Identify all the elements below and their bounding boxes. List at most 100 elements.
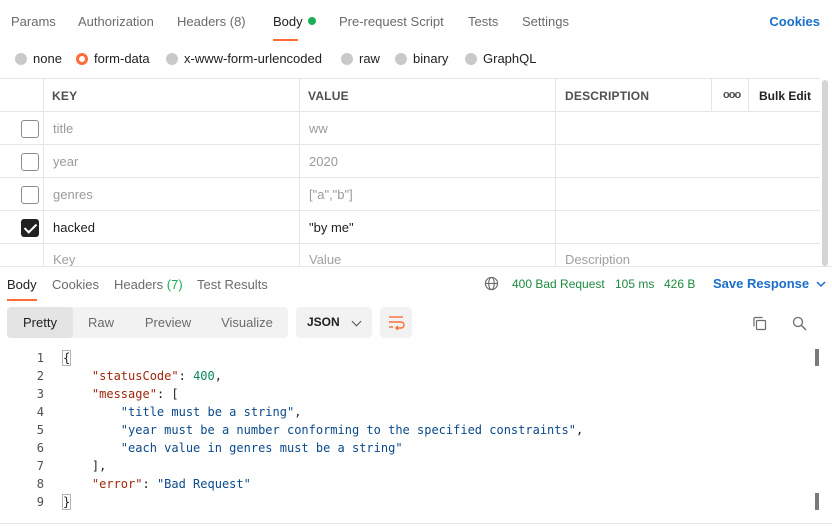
- tab-tests[interactable]: Tests: [468, 14, 498, 29]
- active-tab-underline: [273, 39, 298, 41]
- copy-icon[interactable]: [752, 316, 767, 331]
- code-line: "error": "Bad Request": [91, 477, 251, 491]
- view-pretty-button[interactable]: Pretty: [7, 307, 73, 338]
- row-key[interactable]: title: [53, 121, 73, 136]
- code-line: "message": [: [91, 387, 179, 401]
- view-visualize-button[interactable]: Visualize: [207, 307, 287, 338]
- tab-params[interactable]: Params: [11, 14, 56, 29]
- view-raw-button[interactable]: Raw: [73, 307, 129, 338]
- view-mode-segmented-control: Pretty Raw Preview Visualize: [7, 307, 288, 338]
- table-header: KEY VALUE DESCRIPTION ooo Bulk Edit: [0, 79, 820, 112]
- row-checkbox[interactable]: [21, 153, 39, 171]
- chevron-down-icon: [816, 281, 826, 288]
- code-scrollbar-bottom[interactable]: [815, 493, 819, 510]
- response-tab-cookies[interactable]: Cookies: [52, 277, 99, 292]
- row-value[interactable]: "by me": [309, 220, 354, 235]
- radio-circle-icon: [395, 52, 407, 65]
- active-tab-underline: [7, 299, 37, 301]
- status-code[interactable]: 400 Bad Request: [512, 277, 605, 291]
- table-row-new: Key Value Description: [0, 244, 820, 266]
- view-preview-button[interactable]: Preview: [129, 307, 207, 338]
- globe-icon[interactable]: [484, 276, 499, 291]
- radio-x-www-form-urlencoded[interactable]: x-www-form-urlencoded: [166, 51, 322, 66]
- form-data-table: KEY VALUE DESCRIPTION ooo Bulk Edit titl…: [0, 78, 820, 266]
- response-time[interactable]: 105 ms: [615, 277, 654, 291]
- line-number: 2: [36, 369, 44, 383]
- headers-count: (7): [166, 277, 183, 292]
- header-value: VALUE: [308, 89, 349, 103]
- tab-authorization[interactable]: Authorization: [78, 14, 154, 29]
- radio-none[interactable]: none: [15, 51, 62, 66]
- json-string: "each value in genres must be a string": [120, 441, 403, 455]
- new-key-input[interactable]: Key: [53, 252, 75, 266]
- tab-settings[interactable]: Settings: [522, 14, 569, 29]
- search-icon[interactable]: [792, 316, 807, 331]
- json-string: "year must be a number conforming to the…: [120, 423, 576, 437]
- table-row: genres ["a","b"]: [0, 178, 820, 211]
- format-select[interactable]: JSON: [296, 307, 372, 338]
- line-number: 1: [36, 351, 44, 365]
- row-checkbox-checked[interactable]: [21, 219, 39, 237]
- response-toolbar: Pretty Raw Preview Visualize JSON: [0, 302, 832, 344]
- tab-headers[interactable]: Headers (8): [177, 14, 246, 29]
- format-select-value: JSON: [307, 315, 340, 329]
- json-string: "Bad Request": [156, 477, 251, 491]
- json-string: "title must be a string": [120, 405, 295, 419]
- radio-label: x-www-form-urlencoded: [184, 51, 322, 66]
- radio-raw[interactable]: raw: [341, 51, 380, 66]
- code-line: "each value in genres must be a string": [63, 441, 403, 455]
- radio-label: raw: [359, 51, 380, 66]
- new-description-input[interactable]: Description: [565, 252, 630, 266]
- row-checkbox[interactable]: [21, 120, 39, 138]
- radio-binary[interactable]: binary: [395, 51, 448, 66]
- chevron-down-icon: [351, 316, 362, 327]
- request-scrollbar[interactable]: [822, 80, 828, 266]
- response-header: Body Cookies Headers (7) Test Results 40…: [0, 266, 832, 302]
- response-tab-headers[interactable]: Headers (7): [114, 277, 183, 292]
- radio-graphql[interactable]: GraphQL: [465, 51, 536, 66]
- json-number: 400: [193, 369, 215, 383]
- request-tabs: Params Authorization Headers (8) Body Pr…: [0, 0, 832, 42]
- response-size[interactable]: 426 B: [664, 277, 695, 291]
- body-modified-dot-icon: [307, 17, 316, 25]
- response-tab-test-results[interactable]: Test Results: [197, 277, 268, 292]
- row-key[interactable]: genres: [53, 187, 93, 202]
- row-value[interactable]: 2020: [309, 154, 338, 169]
- radio-circle-icon: [341, 52, 353, 65]
- tab-body[interactable]: Body: [273, 14, 316, 41]
- wrap-lines-icon: [389, 316, 405, 331]
- code-line: "title must be a string",: [120, 405, 302, 419]
- row-key[interactable]: year: [53, 154, 78, 169]
- code-line: ],: [63, 459, 107, 473]
- save-response-button[interactable]: Save Response: [713, 276, 826, 291]
- line-number: 6: [36, 441, 44, 455]
- save-response-label: Save Response: [713, 276, 810, 291]
- row-checkbox[interactable]: [21, 186, 39, 204]
- radio-label: none: [33, 51, 62, 66]
- code-line: "year must be a number conforming to the…: [120, 423, 584, 437]
- json-key: "message": [91, 387, 157, 401]
- bulk-edit-button[interactable]: Bulk Edit: [759, 89, 811, 103]
- code-line: "statusCode": 400,: [91, 369, 222, 383]
- table-row: year 2020: [0, 145, 820, 178]
- radio-label: GraphQL: [483, 51, 537, 66]
- more-options-icon[interactable]: ooo: [723, 89, 741, 101]
- table-row: title ww: [0, 112, 820, 145]
- row-value[interactable]: ["a","b"]: [309, 187, 353, 202]
- row-key[interactable]: hacked: [53, 220, 95, 235]
- row-value[interactable]: ww: [309, 121, 328, 136]
- tab-pre-request-script[interactable]: Pre-request Script: [339, 14, 444, 29]
- radio-label: form-data: [94, 51, 150, 66]
- response-body-code[interactable]: 1 2 3 4 5 6 7 8 9 { "statusCode": 400, "…: [0, 347, 832, 519]
- line-number: 9: [36, 495, 44, 509]
- wrap-lines-button[interactable]: [380, 307, 412, 338]
- line-number: 8: [36, 477, 44, 491]
- json-key: "error": [91, 477, 143, 491]
- tab-body-label: Body: [273, 14, 303, 29]
- cookies-link[interactable]: Cookies: [769, 14, 820, 29]
- response-tab-body[interactable]: Body: [7, 277, 37, 301]
- code-scrollbar-top[interactable]: [815, 349, 819, 366]
- new-value-input[interactable]: Value: [309, 252, 341, 266]
- bottom-divider: [0, 523, 832, 524]
- radio-form-data[interactable]: form-data: [76, 51, 150, 66]
